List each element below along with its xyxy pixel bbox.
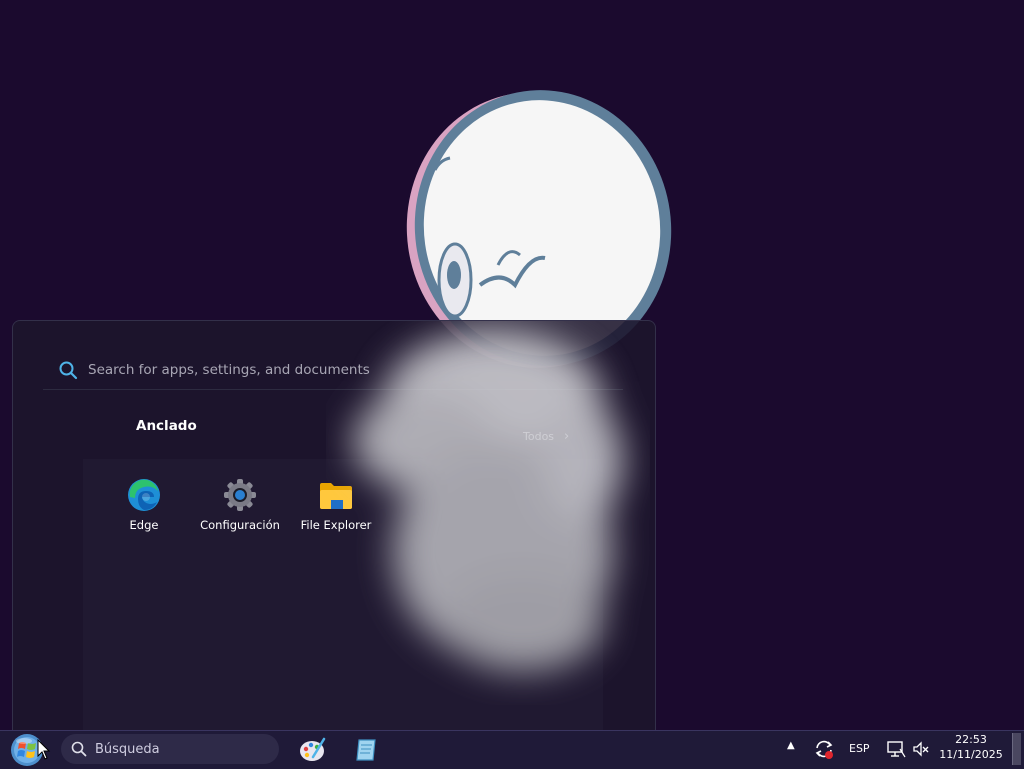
- pinned-app-settings[interactable]: Configuración: [192, 477, 288, 547]
- pinned-app-file-explorer[interactable]: File Explorer: [288, 477, 384, 547]
- clock-date: 11/11/2025: [939, 748, 1003, 761]
- search-icon: [59, 361, 78, 380]
- paint-palette-icon[interactable]: [297, 735, 327, 765]
- taskbar-search-label: Búsqueda: [95, 741, 160, 757]
- taskbar-clock[interactable]: 22:53 11/11/2025: [932, 732, 1010, 762]
- all-apps-label: Todos: [523, 430, 555, 443]
- search-icon: [71, 741, 87, 757]
- sync-alert-icon[interactable]: [813, 738, 835, 760]
- language-indicator[interactable]: ESP: [849, 742, 870, 755]
- folder-icon: [320, 483, 352, 509]
- network-monitor-icon[interactable]: [886, 739, 906, 759]
- all-apps-button[interactable]: Todos ›: [523, 429, 569, 444]
- pinned-section-title: Anclado: [136, 418, 197, 434]
- taskbar-search-box[interactable]: Búsqueda: [61, 734, 279, 764]
- windows-start-orb-icon[interactable]: [9, 733, 45, 767]
- app-label: File Explorer: [300, 518, 372, 532]
- chevron-right-icon: ›: [564, 429, 570, 444]
- taskbar: Búsqueda ▲ ESP 22:53 11/11/2025: [0, 730, 1024, 769]
- pinned-apps-grid: Edge Configuración File Explorer: [83, 459, 603, 733]
- gear-icon: [224, 479, 256, 511]
- notepad-icon[interactable]: [351, 735, 381, 765]
- clock-time: 22:53: [955, 733, 987, 746]
- pinned-app-edge[interactable]: Edge: [96, 477, 192, 547]
- start-menu: Anclado Todos › Edge: [12, 320, 656, 733]
- edge-icon: [128, 479, 160, 511]
- app-label: Edge: [129, 518, 159, 532]
- show-desktop-button[interactable]: [1012, 733, 1021, 765]
- start-search-input[interactable]: [86, 354, 610, 386]
- start-search-box[interactable]: [43, 351, 623, 390]
- app-label: Configuración: [200, 518, 280, 532]
- show-hidden-icons-chevron-icon[interactable]: ▲: [787, 740, 795, 751]
- volume-muted-icon[interactable]: [912, 740, 930, 758]
